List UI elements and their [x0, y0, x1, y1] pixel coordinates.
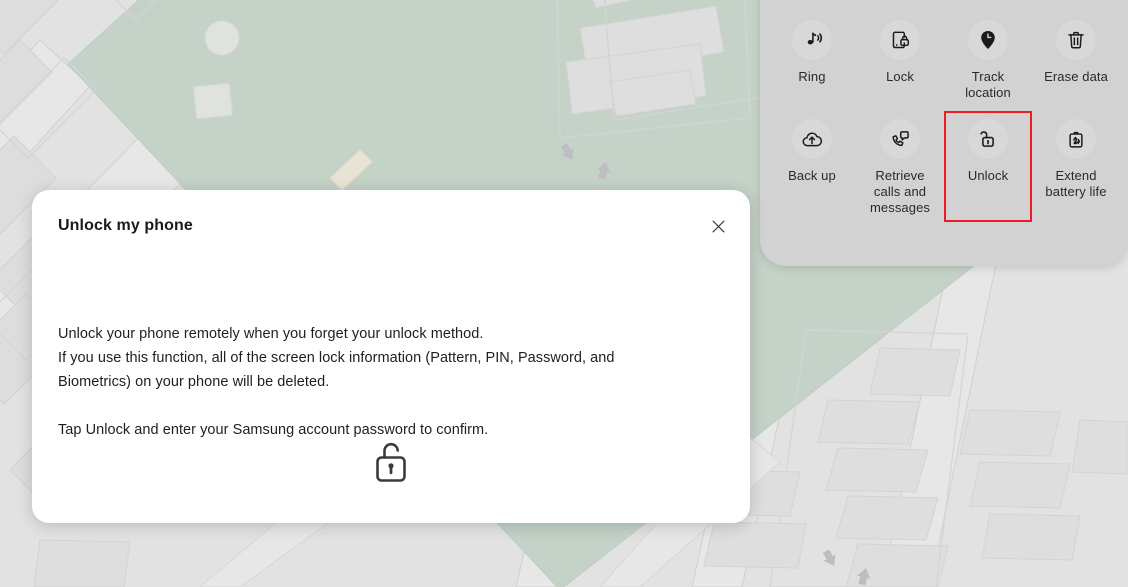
action-unlock[interactable]: Unlock — [944, 111, 1032, 222]
trash-icon — [1056, 20, 1096, 60]
action-label: Ring — [798, 69, 826, 84]
action-label: Lock — [886, 69, 914, 84]
dialog-title: Unlock my phone — [58, 217, 193, 234]
lock-phone-icon — [880, 20, 920, 60]
body-line-3: Biometrics) on your phone will be delete… — [58, 374, 330, 390]
body-line-1: Unlock your phone remotely when you forg… — [58, 326, 484, 342]
ring-icon — [792, 20, 832, 60]
body-line-4: Tap Unlock and enter your Samsung accoun… — [58, 422, 489, 438]
action-label: Unlock — [967, 168, 1009, 183]
action-back-up[interactable]: Back up — [768, 111, 856, 222]
action-lock[interactable]: Lock — [856, 12, 944, 107]
cloud-upload-icon — [792, 119, 832, 159]
action-extend-battery-life[interactable]: Extend battery life — [1032, 111, 1120, 222]
action-label: Extend battery life — [1045, 168, 1107, 199]
action-label: Erase data — [1044, 69, 1108, 84]
battery-recycle-icon — [1056, 119, 1096, 159]
phone-message-icon — [880, 119, 920, 159]
unlock-my-phone-dialog: Unlock my phone Unlock your phone remote… — [32, 190, 750, 523]
action-label: Retrieve calls and messages — [869, 168, 931, 215]
open-padlock-icon — [32, 438, 750, 488]
action-retrieve-calls-messages[interactable]: Retrieve calls and messages — [856, 111, 944, 222]
screen-root: Ring Lock Track location Erase data Back… — [0, 0, 1128, 587]
action-ring[interactable]: Ring — [768, 12, 856, 107]
device-actions-grid: Ring Lock Track location Erase data Back… — [760, 12, 1128, 222]
dialog-body: Unlock your phone remotely when you forg… — [58, 322, 724, 442]
location-pin-clock-icon — [968, 20, 1008, 60]
action-track-location[interactable]: Track location — [944, 12, 1032, 107]
body-line-2: If you use this function, all of the scr… — [58, 350, 615, 366]
action-label: Back up — [788, 168, 836, 183]
action-erase-data[interactable]: Erase data — [1032, 12, 1120, 107]
close-icon[interactable] — [704, 212, 732, 240]
unlock-padlock-icon — [968, 119, 1008, 159]
device-actions-panel: Ring Lock Track location Erase data Back… — [760, 0, 1128, 266]
action-label: Track location — [965, 69, 1011, 100]
